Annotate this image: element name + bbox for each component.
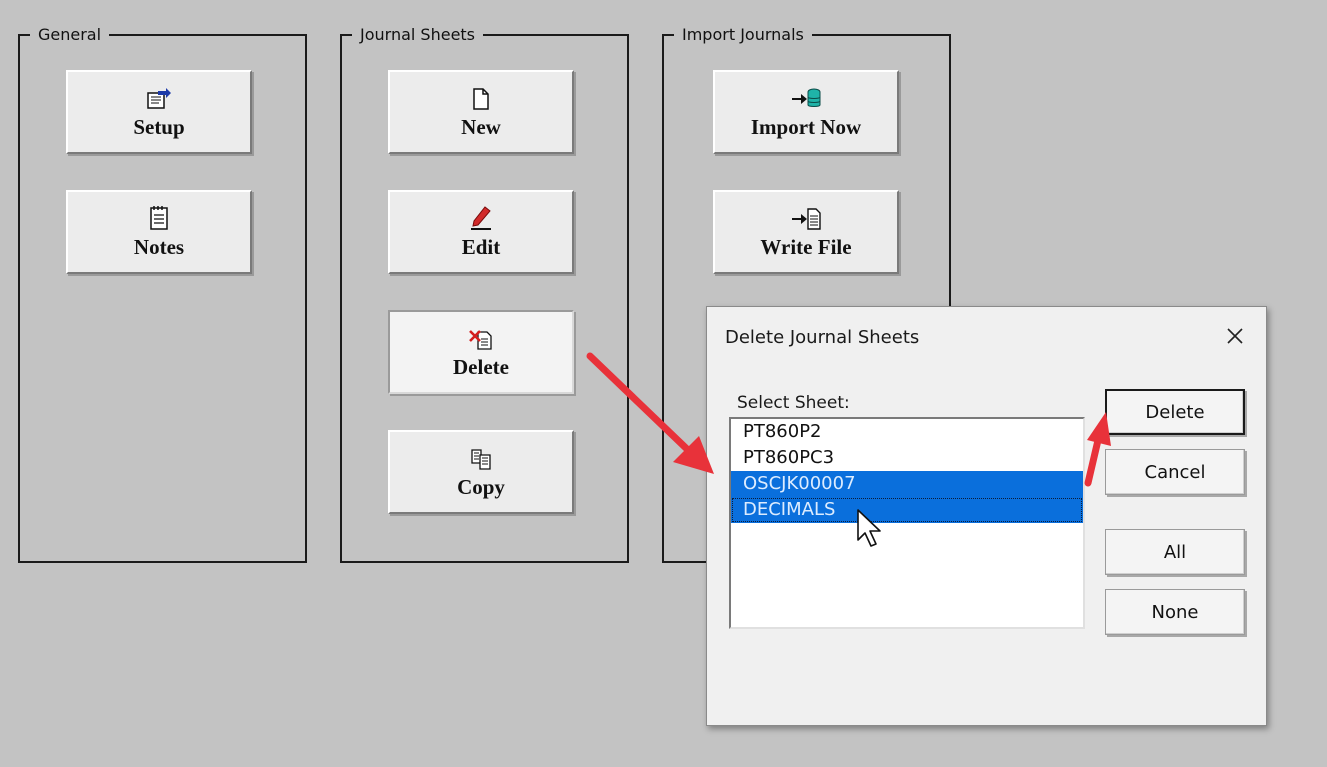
select-sheet-label: Select Sheet:	[737, 393, 850, 413]
copy-button[interactable]: Copy	[388, 430, 574, 514]
general-group-title: General	[30, 25, 110, 45]
edit-label: Edit	[461, 234, 501, 259]
copy-icon	[469, 445, 493, 471]
list-item[interactable]: DECIMALS	[731, 497, 1083, 523]
select-all-button[interactable]: All	[1105, 529, 1245, 575]
close-icon	[1227, 328, 1243, 344]
delete-document-icon	[468, 325, 494, 351]
edit-button[interactable]: Edit	[388, 190, 574, 274]
close-button[interactable]	[1220, 321, 1250, 351]
copy-label: Copy	[457, 474, 505, 499]
select-none-button[interactable]: None	[1105, 589, 1245, 635]
new-document-icon	[471, 85, 491, 111]
list-item[interactable]: PT860PC3	[731, 445, 1083, 471]
dialog-delete-button[interactable]: Delete	[1105, 389, 1245, 435]
notes-label: Notes	[133, 234, 185, 259]
delete-button[interactable]: Delete	[388, 310, 574, 394]
import-journals-group-title: Import Journals	[674, 25, 812, 45]
sheet-listbox[interactable]: PT860P2 PT860PC3 OSCJK00007 DECIMALS	[729, 417, 1085, 629]
setup-icon	[146, 85, 172, 111]
import-database-icon	[791, 85, 821, 111]
new-button[interactable]: New	[388, 70, 574, 154]
import-now-label: Import Now	[750, 114, 862, 139]
delete-label: Delete	[453, 354, 509, 379]
new-label: New	[461, 114, 501, 139]
list-item[interactable]: OSCJK00007	[731, 471, 1083, 497]
list-item[interactable]: PT860P2	[731, 419, 1083, 445]
write-file-button[interactable]: Write File	[713, 190, 899, 274]
notepad-icon	[148, 205, 170, 231]
delete-journal-sheets-dialog: Delete Journal Sheets Select Sheet: PT86…	[706, 306, 1267, 726]
journal-sheets-group-title: Journal Sheets	[352, 25, 484, 45]
setup-button[interactable]: Setup	[66, 70, 252, 154]
dialog-cancel-button[interactable]: Cancel	[1105, 449, 1245, 495]
notes-button[interactable]: Notes	[66, 190, 252, 274]
setup-label: Setup	[133, 114, 185, 139]
write-file-label: Write File	[760, 234, 852, 259]
pencil-icon	[469, 205, 493, 231]
import-now-button[interactable]: Import Now	[713, 70, 899, 154]
dialog-title: Delete Journal Sheets	[725, 327, 920, 348]
write-file-icon	[791, 205, 821, 231]
